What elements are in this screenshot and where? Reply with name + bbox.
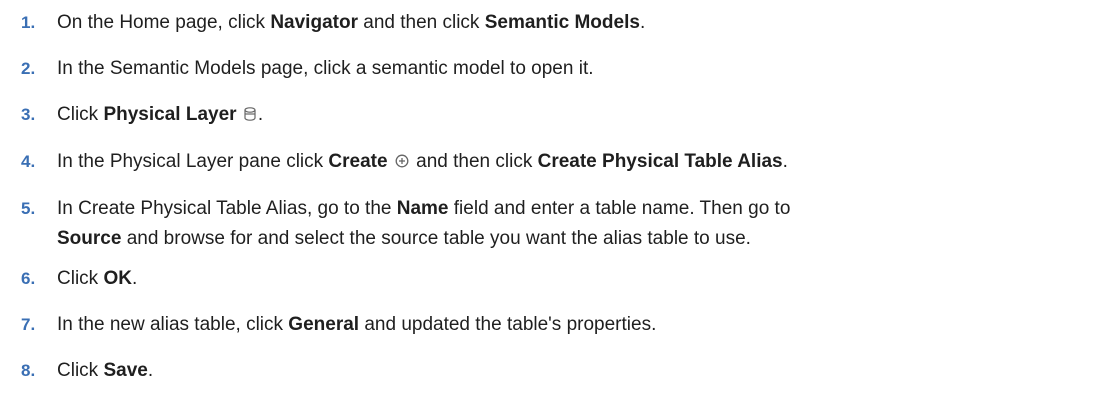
- procedure-steps: 1. On the Home page, click Navigator and…: [0, 0, 1102, 386]
- step-number: 2.: [21, 59, 36, 78]
- step-text: Click: [57, 268, 104, 289]
- ui-term-name: Name: [396, 198, 449, 219]
- step-text: Click: [57, 104, 104, 125]
- step-text: In the Physical Layer pane click: [57, 151, 329, 172]
- ui-term-ok: OK: [103, 268, 132, 289]
- ui-term-save: Save: [103, 360, 148, 381]
- step-text: .: [782, 151, 788, 172]
- step-text: .: [257, 104, 264, 125]
- step-number: 4.: [21, 152, 36, 171]
- step-number: 1.: [21, 13, 36, 32]
- step-text: Click: [57, 360, 104, 381]
- step-number: 6.: [21, 269, 36, 288]
- step-8: 8. Click Save.: [0, 356, 1102, 386]
- step-text: and then click: [357, 12, 485, 33]
- plus-circle-icon: [395, 148, 409, 178]
- step-number: 3.: [21, 105, 36, 124]
- ui-term-source: Source: [57, 228, 122, 249]
- step-number: 7.: [21, 315, 36, 334]
- step-text: .: [639, 12, 646, 33]
- step-number: 5.: [21, 199, 36, 218]
- step-3: 3. Click Physical Layer .: [0, 100, 1102, 131]
- step-text: and updated the table's properties.: [359, 314, 657, 335]
- step-text: .: [131, 268, 138, 289]
- ui-term-general: General: [288, 314, 360, 335]
- step-text: and then click: [410, 151, 538, 172]
- step-7: 7. In the new alias table, click General…: [0, 310, 1102, 340]
- step-6: 6. Click OK.: [0, 264, 1102, 294]
- step-1: 1. On the Home page, click Navigator and…: [0, 8, 1102, 38]
- database-icon: [244, 101, 256, 131]
- ui-term-create-physical-table-alias: Create Physical Table Alias: [537, 151, 783, 172]
- ui-term-semantic-models: Semantic Models: [484, 12, 640, 33]
- step-text: In the Semantic Models page, click a sem…: [57, 58, 594, 79]
- ui-term-create: Create: [328, 151, 388, 172]
- step-5: 5. In Create Physical Table Alias, go to…: [0, 194, 1102, 254]
- step-text: In the new alias table, click: [57, 314, 289, 335]
- step-text: In Create Physical Table Alias, go to th…: [57, 198, 397, 219]
- step-4: 4. In the Physical Layer pane click Crea…: [0, 147, 1102, 178]
- step-2: 2. In the Semantic Models page, click a …: [0, 54, 1102, 84]
- step-text: On the Home page, click: [57, 12, 271, 33]
- ui-term-physical-layer: Physical Layer: [103, 104, 237, 125]
- step-text: and browse for and select the source tab…: [121, 228, 751, 249]
- step-number: 8.: [21, 361, 36, 380]
- step-text: field and enter a table name. Then go to: [448, 198, 791, 219]
- step-text: .: [147, 360, 154, 381]
- ui-term-navigator: Navigator: [270, 12, 358, 33]
